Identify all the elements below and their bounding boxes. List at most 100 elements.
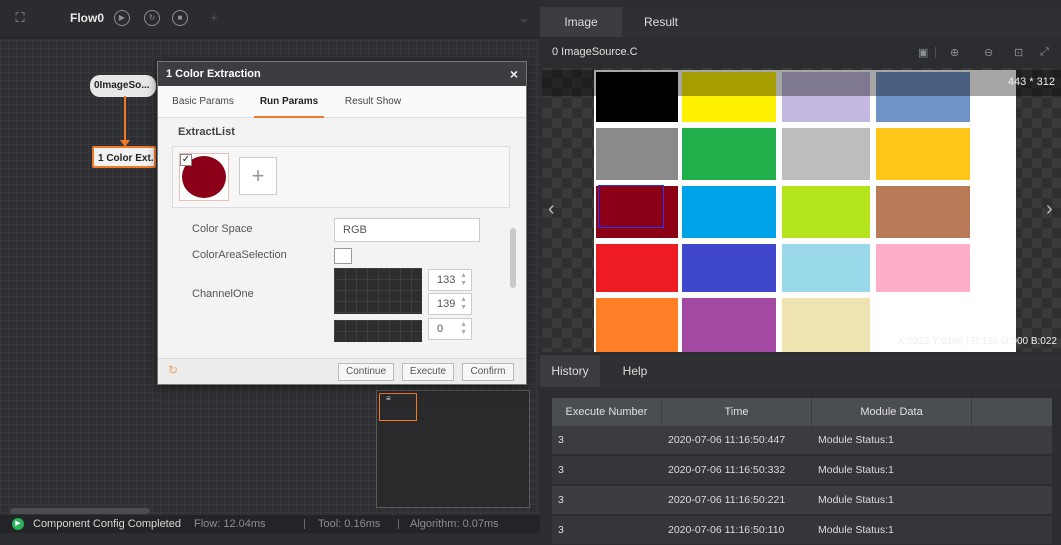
column-module-data[interactable]: Module Data [812, 398, 972, 426]
zoom-in-icon[interactable]: ⊕ [950, 46, 959, 59]
minimap-viewport[interactable]: ≡ [379, 393, 417, 421]
color-patch [876, 186, 970, 238]
cell-time: 2020-07-06 11:16:50:110 [668, 524, 785, 536]
flow-node-color-extraction[interactable]: 1 Color Ext... [92, 146, 156, 168]
tab-run-params[interactable]: Run Params [254, 86, 324, 118]
color-patch [596, 298, 678, 352]
cell-module-data: Module Status:1 [818, 434, 894, 446]
tab-result-show[interactable]: Result Show [338, 86, 408, 118]
dialog-title-bar[interactable]: 1 Color Extraction × [158, 62, 526, 86]
dialog-title: 1 Color Extraction [166, 68, 261, 80]
color-patch [782, 244, 870, 292]
image-size-readout: 443 * 312 [1007, 76, 1055, 88]
chevron-down-icon[interactable]: ⌄ [516, 10, 532, 26]
color-patch [596, 244, 678, 292]
minimap[interactable]: ≡ [376, 390, 530, 508]
flow-tree-icon[interactable]: ⛶ [12, 10, 28, 26]
divider [304, 519, 305, 529]
continue-button[interactable]: Continue [338, 363, 394, 381]
color-space-select[interactable]: RGB [334, 218, 480, 242]
table-header: Execute Number Time Module Data [552, 398, 1052, 426]
spin-arrows-icon[interactable]: ▲ ▼ [460, 296, 467, 312]
color-patch [782, 298, 870, 352]
table-row[interactable]: 3 2020-07-06 11:16:50:110 Module Status:1 [552, 516, 1052, 545]
dialog-scrollbar[interactable] [510, 228, 516, 288]
cell-execute-number: 3 [558, 494, 564, 506]
add-flow-icon[interactable]: + [206, 10, 222, 26]
channel-two-min-input[interactable]: 0 ▲ ▼ [428, 318, 472, 340]
close-icon[interactable]: × [510, 62, 518, 86]
dialog-footer: ↻ Continue Execute Confirm [158, 358, 526, 384]
dialog-tabs: Basic Params Run Params Result Show [158, 86, 526, 118]
node-connector [124, 96, 126, 142]
chevron-right-icon[interactable]: › [1046, 198, 1053, 221]
cell-execute-number: 3 [558, 434, 564, 446]
cell-time: 2020-07-06 11:16:50:221 [668, 494, 786, 506]
horizontal-scrollbar[interactable] [10, 508, 150, 514]
channel-one-min-input[interactable]: 133 ▲ ▼ [428, 269, 472, 291]
actual-size-icon[interactable]: ⊡ [1014, 46, 1023, 59]
color-extraction-dialog: 1 Color Extraction × Basic Params Run Pa… [157, 61, 527, 385]
cell-module-data: Module Status:1 [818, 464, 894, 476]
channel-two-histogram[interactable] [334, 320, 422, 342]
node-label: 1 Color Ext... [98, 153, 156, 164]
color-patch [682, 186, 776, 238]
status-message: Component Config Completed [33, 518, 181, 530]
flow-toolbar: ⛶ Flow0 ▶ ↻ ■ + ⌄ [0, 0, 540, 38]
fullscreen-icon[interactable]: ⤢ [1040, 46, 1049, 59]
tab-help[interactable]: Help [606, 355, 664, 387]
status-algorithm-time: Algorithm: 0.07ms [410, 518, 499, 530]
flow-node-image-source[interactable]: 0ImageSo... [90, 75, 156, 97]
roi-rectangle[interactable] [598, 185, 664, 228]
minimap-node-icon: ≡ [386, 394, 391, 403]
stop-icon[interactable]: ■ [172, 10, 188, 26]
color-patch [782, 186, 870, 238]
execute-button[interactable]: Execute [402, 363, 454, 381]
cell-time: 2020-07-06 11:16:50:332 [668, 464, 786, 476]
column-time[interactable]: Time [662, 398, 812, 426]
status-ok-icon: ▶ [12, 518, 24, 530]
table-row[interactable]: 3 2020-07-06 11:16:50:332 Module Status:1 [552, 456, 1052, 485]
column-execute-number[interactable]: Execute Number [552, 398, 662, 426]
status-flow-time: Flow: 12.04ms [194, 518, 266, 530]
color-patch [682, 298, 776, 352]
tab-history[interactable]: History [540, 355, 600, 387]
fit-screen-icon[interactable]: ▣ [918, 46, 928, 59]
image-header-overlay [542, 70, 1061, 96]
status-tool-time: Tool: 0.16ms [318, 518, 381, 530]
zoom-out-icon[interactable]: ⊖ [984, 46, 993, 59]
cell-execute-number: 3 [558, 524, 564, 536]
image-source-select[interactable]: 0 ImageSource.C [552, 46, 638, 58]
channel-one-max-input[interactable]: 139 ▲ ▼ [428, 293, 472, 315]
result-panel: Image Result 0 ImageSource.C ▣ | ⊕ ⊖ ⊡ ⤢… [540, 0, 1061, 545]
divider: | [934, 46, 937, 58]
tab-result[interactable]: Result [626, 7, 696, 37]
flow-name[interactable]: Flow0 [70, 11, 104, 25]
channel-one-histogram[interactable] [334, 268, 422, 314]
channel-two-min-value: 0 [437, 323, 444, 335]
spin-arrows-icon[interactable]: ▲ ▼ [460, 321, 467, 337]
table-row[interactable]: 3 2020-07-06 11:16:50:221 Module Status:1 [552, 486, 1052, 515]
color-patch [782, 128, 870, 180]
channel-one-max-value: 139 [437, 298, 456, 310]
refresh-icon[interactable]: ↻ [168, 363, 178, 377]
color-area-selection-checkbox[interactable] [334, 248, 352, 264]
tab-basic-params[interactable]: Basic Params [166, 86, 240, 118]
run-once-icon[interactable]: ▶ [114, 10, 130, 26]
confirm-button[interactable]: Confirm [462, 363, 514, 381]
image-viewer[interactable]: 443 * 312 X:0012 Y:0186 | R:136 G:000 B:… [542, 68, 1061, 352]
color-area-selection-label: ColorAreaSelection [192, 249, 287, 261]
extract-color-item[interactable]: ✓ [179, 153, 229, 201]
add-color-button[interactable]: + [239, 157, 277, 195]
history-tabs: History Help [540, 355, 1061, 387]
chevron-left-icon[interactable]: ‹ [548, 198, 555, 221]
checkbox-checked-icon[interactable]: ✓ [180, 154, 192, 166]
channel-one-label: ChannelOne [192, 288, 254, 300]
run-loop-icon[interactable]: ↻ [144, 10, 160, 26]
table-row[interactable]: 3 2020-07-06 11:16:50:447 Module Status:1 [552, 426, 1052, 455]
spin-arrows-icon[interactable]: ▲ ▼ [460, 272, 467, 288]
color-patch [876, 244, 970, 292]
node-label: 0ImageSo... [94, 80, 150, 91]
extract-list-label: ExtractList [178, 126, 235, 138]
tab-image[interactable]: Image [540, 7, 622, 37]
